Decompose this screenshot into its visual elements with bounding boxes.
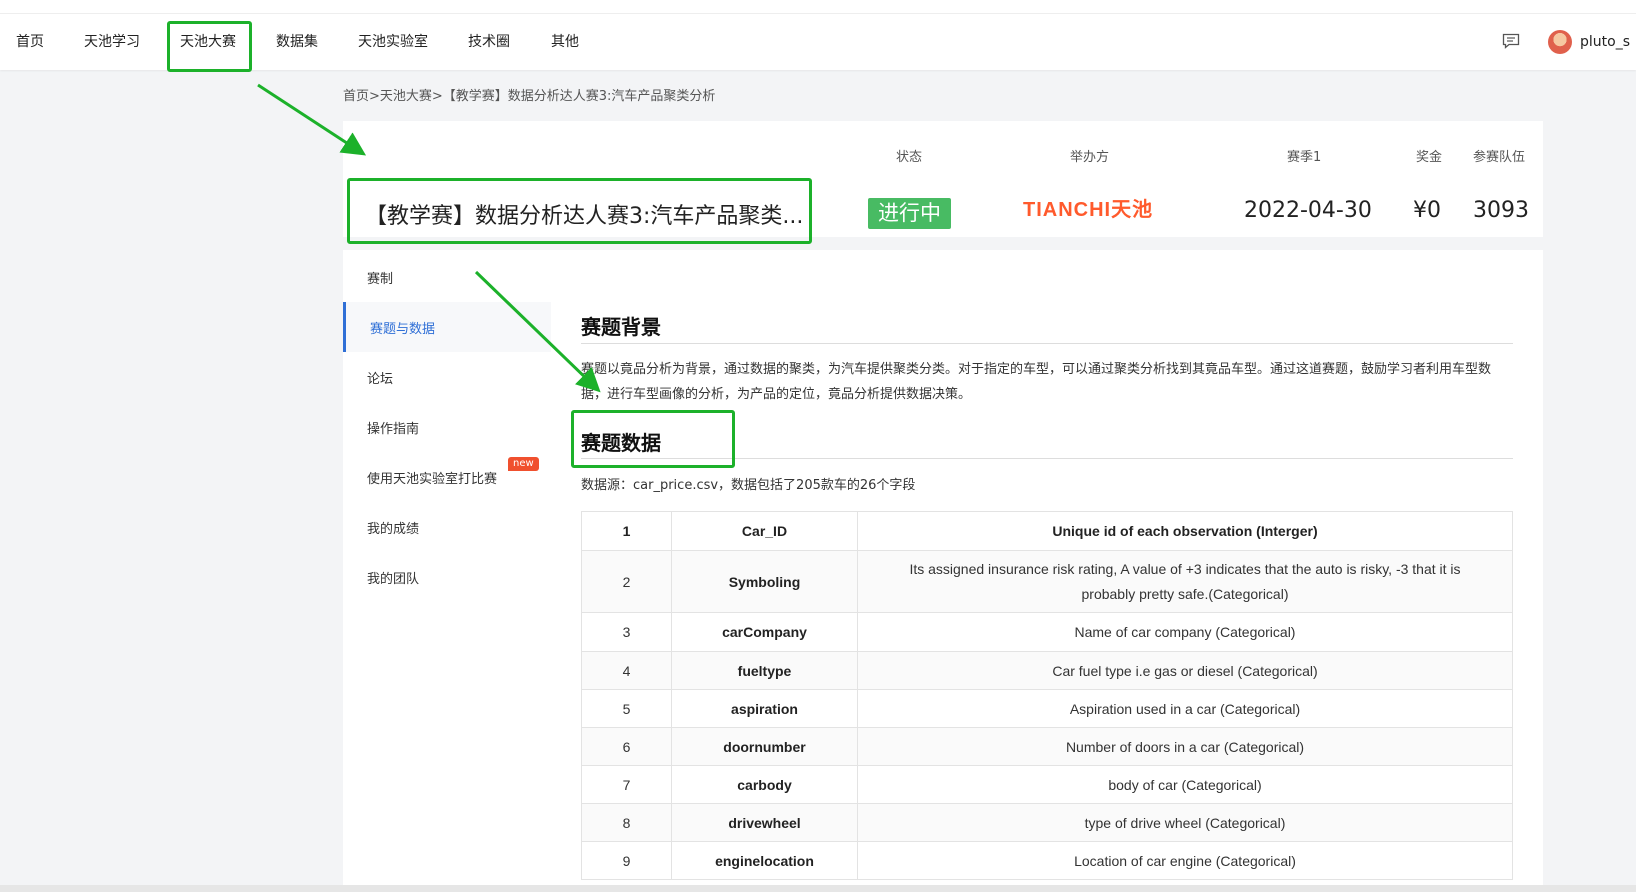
nav-datasets[interactable]: 数据集 [276,14,318,70]
field-table: 1 Car_ID Unique id of each observation (… [581,511,1513,880]
sidebar-item-rules[interactable]: 赛制 [367,268,393,287]
arrow-nav-to-title [257,83,367,156]
avatar[interactable] [1548,30,1572,54]
browser-strip [0,0,1636,14]
background-paragraph: 赛题以竟品分析为背景，通过数据的聚类，为汽车提供聚类分类。对于指定的车型，可以通… [581,362,1492,402]
field-description: Car fuel type i.e gas or diesel (Categor… [857,651,1513,690]
breadcrumb[interactable]: 首页>天池大赛>【教学赛】数据分析达人赛3:汽车产品聚类分析 [343,85,715,104]
field-description: body of car (Categorical) [857,765,1513,804]
horizontal-scrollbar[interactable] [0,885,1636,892]
field-name: drivewheel [671,803,858,842]
table-row: 9 enginelocation Location of car engine … [581,841,1513,880]
field-number: 2 [581,550,672,613]
table-row: 1 Car_ID Unique id of each observation (… [581,511,1513,551]
section-divider [581,343,1513,344]
nav-tech-circle[interactable]: 技术圈 [468,14,510,70]
team-count: 3093 [1473,198,1529,223]
nav-tianchi-competition[interactable]: 天池大赛 [180,14,236,70]
sidebar-item-my-team[interactable]: 我的团队 [367,568,419,587]
field-number: 8 [581,803,672,842]
data-source-text: 数据源：car_price.csv，数据包括了205款车的26个字段 [581,478,916,493]
field-number: 3 [581,612,672,652]
field-description: Number of doors in a car (Categorical) [857,727,1513,766]
table-row: 3 carCompany Name of car company (Catego… [581,612,1513,652]
season-column-header: 赛季1 [1287,150,1322,165]
field-name: aspiration [671,689,858,728]
username[interactable]: pluto_s [1580,14,1630,70]
field-description: Its assigned insurance risk rating, A va… [857,550,1513,613]
nav-other[interactable]: 其他 [551,14,579,70]
teams-column-header: 参赛队伍 [1473,150,1526,165]
field-description: Location of car engine (Categorical) [857,841,1513,880]
sidebar-item-my-score[interactable]: 我的成绩 [367,518,419,537]
section-divider [581,458,1513,459]
table-row: 6 doornumber Number of doors in a car (C… [581,727,1513,766]
competition-title: 【教学赛】数据分析达人赛3:汽车产品聚类... [365,204,804,229]
nav-tianchi-learning[interactable]: 天池学习 [84,14,140,70]
prize-value: ¥0 [1413,198,1441,223]
field-description: Unique id of each observation (Interger) [857,511,1513,551]
new-badge: new [508,457,539,471]
table-row: 5 aspiration Aspiration used in a car (C… [581,689,1513,728]
table-row: 2 Symboling Its assigned insurance risk … [581,550,1513,613]
data-section-title: 赛题数据 [581,431,661,455]
field-number: 9 [581,841,672,880]
status-column-header: 状态 [896,150,923,165]
sidebar-item-problem-data[interactable]: 赛题与数据 [370,318,435,337]
message-icon[interactable] [1502,33,1520,49]
status-badge: 进行中 [868,198,951,229]
field-number: 4 [581,651,672,690]
field-description: Name of car company (Categorical) [857,612,1513,652]
field-description: type of drive wheel (Categorical) [857,803,1513,842]
background-section-title: 赛题背景 [581,315,661,339]
field-description: Aspiration used in a car (Categorical) [857,689,1513,728]
season-date: 2022-04-30 [1244,198,1372,223]
nav-tianchi-lab[interactable]: 天池实验室 [358,14,428,70]
field-number: 6 [581,727,672,766]
table-row: 7 carbody body of car (Categorical) [581,765,1513,804]
table-row: 8 drivewheel type of drive wheel (Catego… [581,803,1513,842]
sidebar-item-guide[interactable]: 操作指南 [367,418,419,437]
field-name: Car_ID [671,511,858,551]
sidebar-item-forum[interactable]: 论坛 [367,368,393,387]
field-name: doornumber [671,727,858,766]
nav-home[interactable]: 首页 [16,14,44,70]
field-number: 7 [581,765,672,804]
prize-column-header: 奖金 [1416,150,1443,165]
table-row: 4 fueltype Car fuel type i.e gas or dies… [581,651,1513,690]
field-name: carbody [671,765,858,804]
sidebar-item-use-lab[interactable]: 使用天池实验室打比赛 [367,468,497,487]
field-name: carCompany [671,612,858,652]
field-name: Symboling [671,550,858,613]
field-name: enginelocation [671,841,858,880]
sidebar-active-indicator [343,302,346,352]
organizer-column-header: 举办方 [1070,150,1110,165]
tianchi-logo: TIANCHI天池 [1023,199,1154,221]
field-number: 1 [581,511,672,551]
field-number: 5 [581,689,672,728]
field-name: fueltype [671,651,858,690]
